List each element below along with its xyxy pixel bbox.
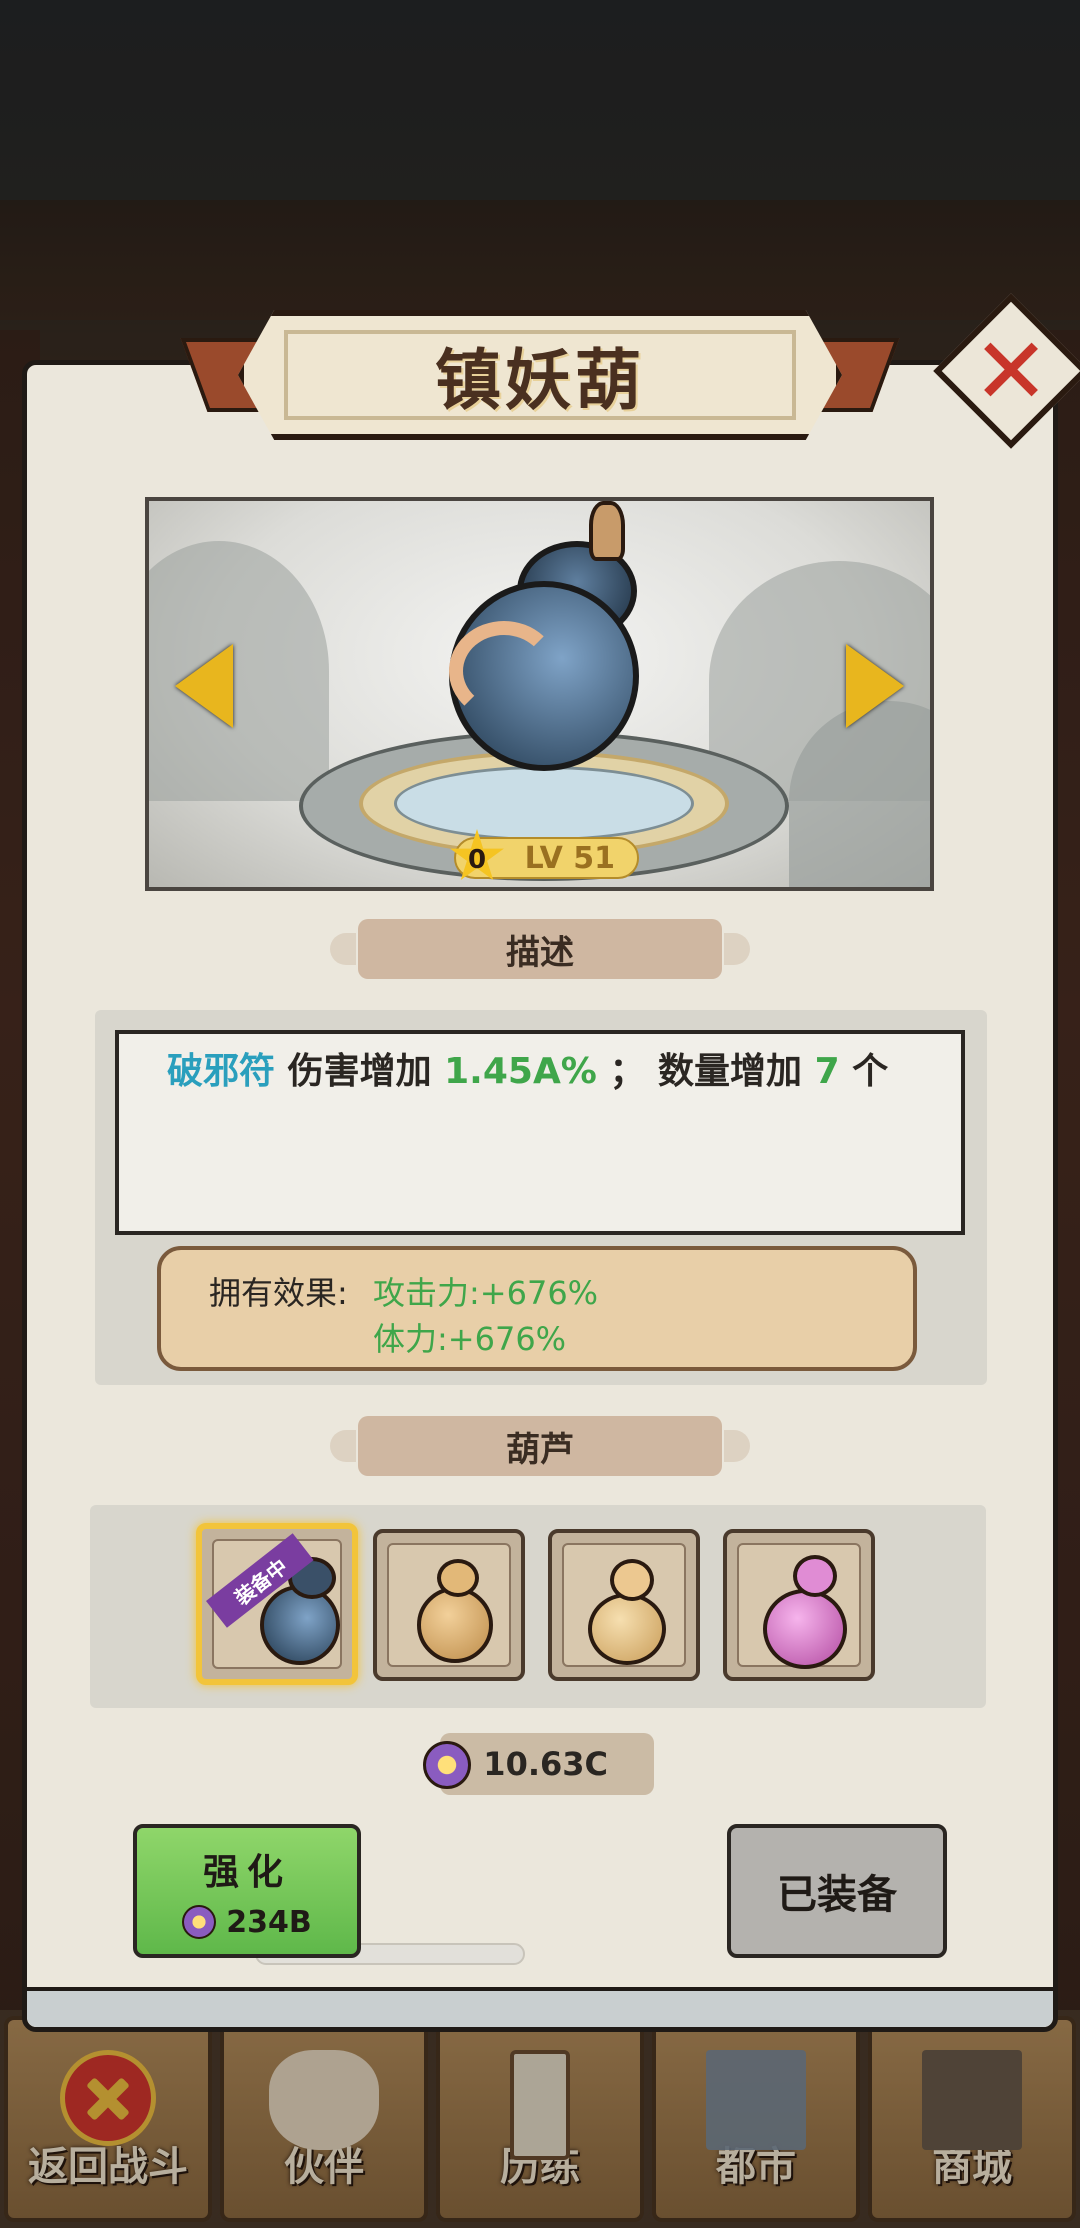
currency-display: 10.63C — [440, 1733, 654, 1795]
count-value: 7 — [814, 1051, 840, 1092]
close-icon[interactable]: ✕ — [954, 314, 1068, 428]
description-text-box: 破邪符 伤害增加 1.45A% ； 数量增加 7 个 — [115, 1030, 965, 1235]
upgrade-cost-amount: 234B — [226, 1904, 312, 1940]
effect-label: 拥有效果: — [209, 1274, 348, 1312]
gourd-slot-1[interactable]: 装备中 — [196, 1523, 358, 1685]
upgrade-label: 强化 — [202, 1851, 291, 1893]
owned-effect-box: 拥有效果: 攻击力:+676% 体力:+676% — [157, 1246, 917, 1371]
spirit-coin-icon — [182, 1905, 217, 1939]
spirit-coin-icon — [423, 1741, 471, 1789]
gourd-pink-icon — [763, 1589, 847, 1669]
damage-value: 1.45A% — [444, 1051, 597, 1092]
title-banner: 镇妖葫 — [180, 310, 900, 440]
next-arrow-icon[interactable] — [846, 644, 904, 728]
gourd-slot-list: 装备中 — [90, 1505, 986, 1708]
mountain-decoration — [149, 541, 329, 801]
skill-keyword: 破邪符 — [167, 1051, 276, 1092]
section-title: 描述 — [506, 932, 574, 973]
gourd-slot-3[interactable] — [548, 1529, 700, 1681]
title-plate: 镇妖葫 — [238, 310, 842, 440]
level-text: LV 51 — [524, 840, 615, 876]
equipped-button[interactable]: 已装备 — [727, 1824, 947, 1958]
section-title: 葫芦 — [506, 1429, 574, 1470]
prev-arrow-icon[interactable] — [175, 644, 233, 728]
gourd-section-header: 葫芦 — [330, 1410, 750, 1482]
upgrade-button[interactable]: 强化 234B — [133, 1824, 361, 1958]
gourd-slot-2[interactable] — [373, 1529, 525, 1681]
attack-bonus: 攻击力:+676% — [373, 1274, 599, 1312]
upgrade-cost: 234B — [182, 1905, 312, 1940]
page-title: 镇妖葫 — [435, 341, 645, 419]
currency-amount: 10.63C — [483, 1745, 608, 1783]
gourd-cream-icon — [588, 1593, 666, 1665]
item-showcase: LV 51 0 — [145, 497, 934, 891]
gourd-blue-icon — [260, 1585, 340, 1665]
panel-footer-strip — [27, 1987, 1053, 2027]
description-section-header: 描述 — [330, 913, 750, 985]
gourd-slot-4[interactable] — [723, 1529, 875, 1681]
equipped-label: 已装备 — [777, 1872, 897, 1918]
stamina-bonus: 体力:+676% — [373, 1320, 567, 1358]
description-area: 破邪符 伤害增加 1.45A% ； 数量增加 7 个 拥有效果: 攻击力:+67… — [95, 1010, 987, 1385]
gourd-gold-icon — [417, 1587, 493, 1663]
